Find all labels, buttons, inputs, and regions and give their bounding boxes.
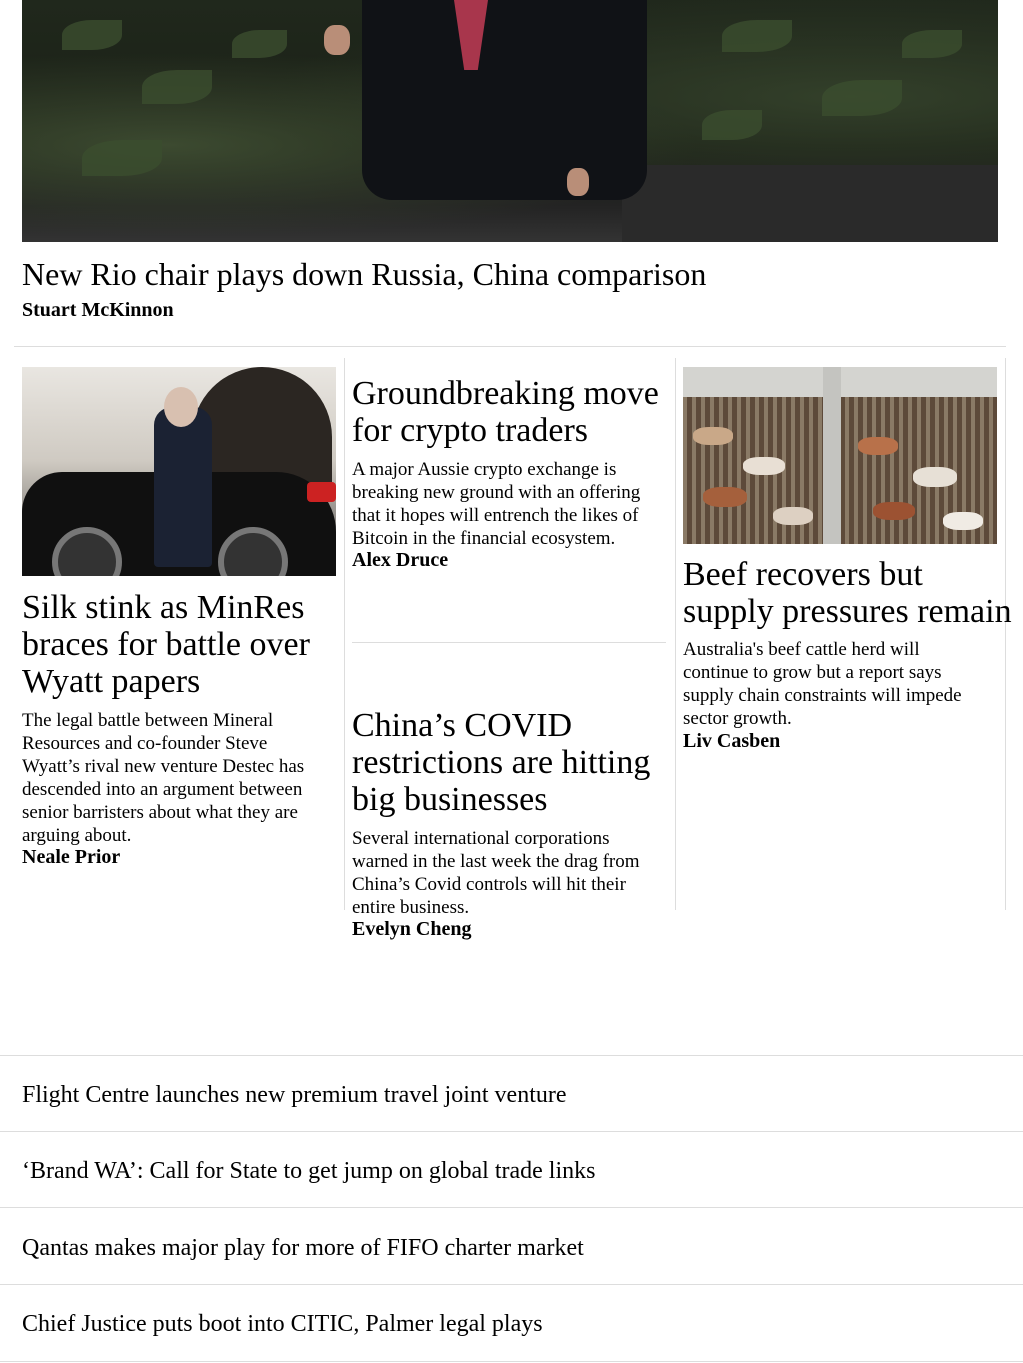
summary-line: arguing about. <box>22 825 132 846</box>
summary-line: senior barristers about what they are <box>22 802 298 823</box>
summary-line: A major Aussie crypto exchange is <box>352 459 617 480</box>
summary-line: entire business. <box>352 897 470 918</box>
crypto-story-headline[interactable]: Groundbreaking move for crypto traders <box>352 375 659 449</box>
headline-line: China’s COVID <box>352 707 573 744</box>
summary-line: Australia's beef cattle herd will <box>683 639 920 660</box>
headline-list-link[interactable]: Qantas makes major play for more of FIFO… <box>22 1234 584 1262</box>
headline-list-link[interactable]: ‘Brand WA’: Call for State to get jump o… <box>22 1157 595 1185</box>
headline-line: big businesses <box>352 781 548 818</box>
headline-list-link[interactable]: Chief Justice puts boot into CITIC, Palm… <box>22 1310 543 1338</box>
headline-list-item[interactable]: Chief Justice puts boot into CITIC, Palm… <box>0 1284 1023 1362</box>
summary-line: Several international corporations <box>352 828 610 849</box>
headline-list-item[interactable]: ‘Brand WA’: Call for State to get jump o… <box>0 1131 1023 1208</box>
covid-story-author: Evelyn Cheng <box>352 918 472 940</box>
divider <box>14 346 1006 347</box>
news-page: New Rio chair plays down Russia, China c… <box>0 0 1023 1363</box>
headline-list-item[interactable]: Flight Centre launches new premium trave… <box>0 1055 1023 1132</box>
summary-line: Resources and co-founder Steve <box>22 733 268 754</box>
headline-line: supply pressures remain <box>683 593 1012 630</box>
headline-line: for crypto traders <box>352 412 589 449</box>
crypto-story-author: Alex Druce <box>352 549 449 571</box>
minres-story-summary: The legal battle between Mineral Resourc… <box>22 709 304 847</box>
summary-line: The legal battle between Mineral <box>22 710 274 731</box>
summary-line: Bitcoin in the financial ecosystem. <box>352 528 616 549</box>
divider <box>352 642 666 643</box>
summary-line: warned in the last week the drag from <box>352 851 640 872</box>
hero-headline[interactable]: New Rio chair plays down Russia, China c… <box>22 254 706 294</box>
crypto-story-summary: A major Aussie crypto exchange is breaki… <box>352 458 640 550</box>
headline-line: Wyatt papers <box>22 663 201 700</box>
headline-line: restrictions are hitting <box>352 744 651 781</box>
summary-line: sector growth. <box>683 708 792 729</box>
hero-author: Stuart McKinnon <box>22 299 174 321</box>
headline-line: braces for battle over <box>22 626 310 663</box>
headline-line: Silk stink as MinRes <box>22 589 305 626</box>
minres-story-headline[interactable]: Silk stink as MinRes braces for battle o… <box>22 589 310 700</box>
hero-image[interactable] <box>22 0 998 242</box>
summary-line: breaking new ground with an offering <box>352 482 641 503</box>
summary-line: supply chain constraints will impede <box>683 685 962 706</box>
headline-line: Beef recovers but <box>683 556 923 593</box>
summary-line: descended into an argument between <box>22 779 303 800</box>
column-divider <box>1005 358 1006 910</box>
beef-story-headline[interactable]: Beef recovers but supply pressures remai… <box>683 556 1012 630</box>
beef-story-summary: Australia's beef cattle herd will contin… <box>683 638 962 730</box>
minres-story-author: Neale Prior <box>22 846 121 868</box>
beef-story-image[interactable] <box>683 367 997 544</box>
covid-story-summary: Several international corporations warne… <box>352 827 640 919</box>
headline-list-item[interactable]: Qantas makes major play for more of FIFO… <box>0 1207 1023 1285</box>
minres-story-image[interactable] <box>22 367 336 576</box>
headline-list-link[interactable]: Flight Centre launches new premium trave… <box>22 1081 567 1109</box>
summary-line: Wyatt’s rival new venture Destec has <box>22 756 305 777</box>
headline-line: Groundbreaking move <box>352 375 659 412</box>
beef-story-author: Liv Casben <box>683 730 781 752</box>
column-divider <box>344 358 345 910</box>
summary-line: China’s Covid controls will hit their <box>352 874 626 895</box>
column-divider <box>675 358 676 910</box>
covid-story-headline[interactable]: China’s COVID restrictions are hitting b… <box>352 707 650 818</box>
summary-line: continue to grow but a report says <box>683 662 942 683</box>
summary-line: that it hopes will entrench the likes of <box>352 505 639 526</box>
